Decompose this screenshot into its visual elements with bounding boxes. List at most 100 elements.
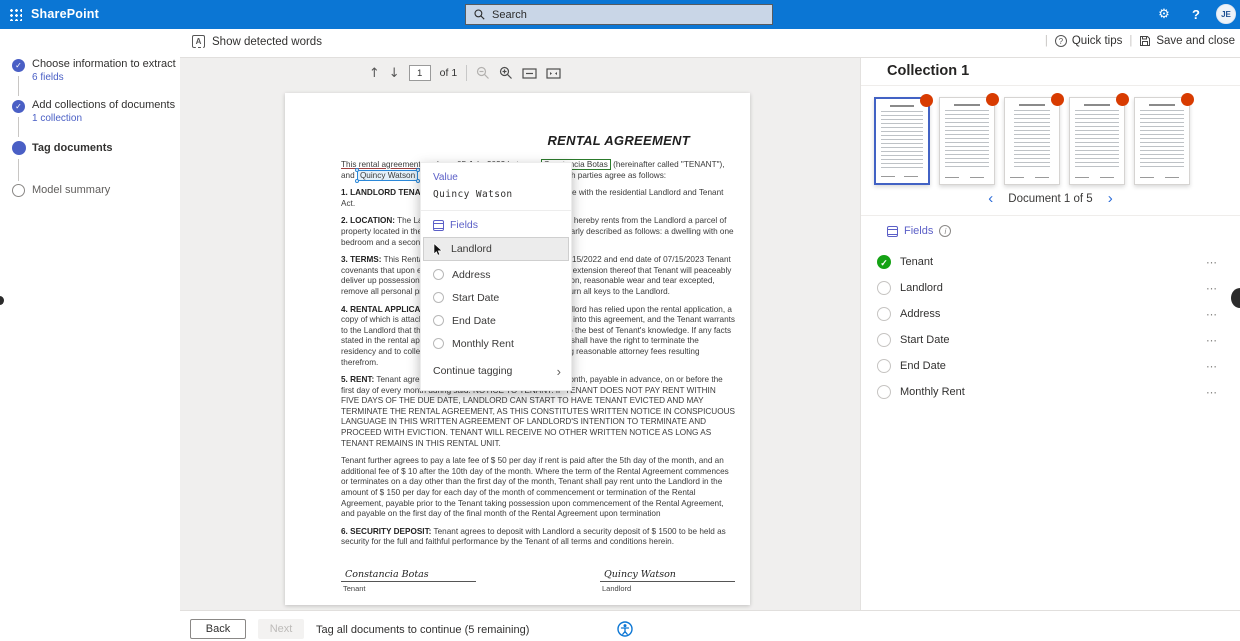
selection-handle[interactable] — [355, 168, 359, 172]
show-detected-words-label: Show detected words — [212, 36, 322, 48]
section-lead: 3. TERMS: — [341, 255, 382, 264]
zoom-in-icon[interactable] — [499, 66, 513, 80]
stepper-connector — [18, 159, 19, 181]
more-options-icon[interactable]: ⋯ — [1206, 386, 1218, 399]
more-options-icon[interactable]: ⋯ — [1206, 360, 1218, 373]
separator: | — [1045, 35, 1048, 47]
more-options-icon[interactable]: ⋯ — [1206, 256, 1218, 269]
thumb-content — [890, 105, 914, 107]
stepper-sublink-fields[interactable]: 6 fields — [32, 72, 64, 83]
field-name: Tenant — [900, 256, 933, 268]
search-icon — [474, 9, 485, 20]
field-row-end-date[interactable]: End Date ⋯ — [861, 353, 1240, 379]
show-detected-words-button[interactable]: A Show detected words — [192, 35, 322, 48]
thumbnail-strip — [874, 97, 1190, 185]
quick-tips-label: Quick tips — [1072, 35, 1123, 47]
popup-item-monthly-rent[interactable]: Monthly Rent — [421, 332, 571, 355]
selected-text: Quincy Watson — [360, 171, 415, 180]
fields-header: Fields i — [887, 225, 951, 237]
previous-document-icon[interactable]: ‹ — [988, 191, 993, 206]
field-row-tenant[interactable]: ✓ Tenant ⋯ — [861, 249, 1240, 275]
document-nav-label: Document 1 of 5 — [1008, 193, 1092, 205]
field-untagged-circle — [877, 359, 891, 373]
fit-width-icon[interactable] — [522, 68, 537, 79]
settings-gear-icon[interactable]: ⚙ — [1152, 0, 1176, 29]
stepper-item-choose-information[interactable]: Choose information to extract — [32, 58, 176, 70]
detected-words-icon: A — [192, 35, 205, 48]
page-number-input[interactable] — [409, 65, 431, 81]
divider — [861, 215, 1240, 216]
popup-item-landlord[interactable]: Landlord — [423, 237, 569, 261]
intro-text: and — [341, 171, 357, 180]
app-launcher-icon[interactable] — [9, 8, 22, 21]
selected-landlord-value[interactable]: Quincy Watson — [357, 170, 418, 181]
fields-icon — [433, 220, 444, 231]
section-lead: 5. RENT: — [341, 375, 374, 384]
divider — [466, 65, 467, 81]
field-row-landlord[interactable]: Landlord ⋯ — [861, 275, 1240, 301]
previous-page-icon[interactable]: ↑ — [369, 66, 380, 81]
thumb-content — [1140, 110, 1184, 170]
thumb-content — [945, 110, 989, 170]
search-box[interactable] — [465, 4, 773, 25]
field-tagged-check-icon: ✓ — [877, 255, 891, 269]
document-thumbnail-5[interactable] — [1134, 97, 1190, 185]
untagged-indicator-dot — [1181, 93, 1194, 106]
accessibility-icon[interactable] — [617, 621, 633, 637]
thumb-content — [970, 177, 984, 179]
field-list: ✓ Tenant ⋯ Landlord ⋯ Address ⋯ Start Da… — [861, 249, 1240, 405]
more-options-icon[interactable]: ⋯ — [1206, 334, 1218, 347]
more-options-icon[interactable]: ⋯ — [1206, 282, 1218, 295]
thumb-content — [881, 176, 895, 178]
field-row-start-date[interactable]: Start Date ⋯ — [861, 327, 1240, 353]
thumb-content — [1019, 104, 1045, 106]
stepper-sublink-collection[interactable]: 1 collection — [32, 113, 82, 124]
popup-value-text: Quincy Watson — [421, 183, 571, 208]
tagging-status-text: Tag all documents to continue (5 remaini… — [316, 624, 529, 636]
next-document-icon[interactable]: › — [1108, 191, 1113, 206]
field-name: Address — [900, 308, 940, 320]
document-thumbnail-2[interactable] — [939, 97, 995, 185]
more-options-icon[interactable]: ⋯ — [1206, 308, 1218, 321]
field-row-address[interactable]: Address ⋯ — [861, 301, 1240, 327]
popup-continue-tagging[interactable]: Continue tagging › — [421, 360, 571, 382]
document-thumbnail-1[interactable] — [874, 97, 930, 185]
info-icon[interactable]: i — [939, 225, 951, 237]
stepper-connector — [18, 76, 19, 96]
document-paragraph: Tenant further agrees to pay a late fee … — [341, 456, 736, 520]
fit-page-icon[interactable] — [546, 68, 561, 79]
tenant-signature: Constancia Botas Tenant — [341, 569, 476, 593]
save-and-close-button[interactable]: Save and close — [1139, 35, 1235, 47]
signature-role: Tenant — [341, 584, 476, 593]
stepper-item-tag-documents[interactable]: Tag documents — [32, 142, 112, 154]
help-icon[interactable]: ? — [1186, 0, 1206, 29]
back-button[interactable]: Back — [190, 619, 246, 639]
thumb-content — [1075, 110, 1119, 170]
page-count-label: of 1 — [440, 67, 458, 79]
intro-text: (hereinafter called "TENANT"), — [611, 160, 725, 169]
popup-item-address[interactable]: Address — [421, 263, 571, 286]
selection-handle[interactable] — [355, 179, 359, 183]
document-title: RENTAL AGREEMENT — [341, 133, 736, 148]
document-paragraph: 6. SECURITY DEPOSIT: Tenant agrees to de… — [341, 527, 736, 548]
save-icon — [1139, 35, 1151, 47]
quick-tips-button[interactable]: ? Quick tips — [1055, 35, 1123, 47]
stepper-item-add-collections[interactable]: Add collections of documents — [32, 99, 175, 111]
thumb-content — [1084, 104, 1110, 106]
search-input[interactable] — [492, 9, 742, 21]
document-thumbnail-3[interactable] — [1004, 97, 1060, 185]
thumb-content — [1014, 110, 1050, 170]
field-row-monthly-rent[interactable]: Monthly Rent ⋯ — [861, 379, 1240, 405]
stepper-item-model-summary[interactable]: Model summary — [32, 184, 110, 196]
avatar[interactable]: JE — [1216, 4, 1236, 24]
next-button-disabled[interactable]: Next — [258, 619, 304, 639]
detected-phrase[interactable]: This rental agreement — [341, 160, 421, 169]
brand-title[interactable]: SharePoint — [31, 0, 99, 29]
document-thumbnail-4[interactable] — [1069, 97, 1125, 185]
divider — [861, 85, 1240, 86]
next-page-icon[interactable]: ↓ — [389, 66, 400, 81]
popup-item-start-date[interactable]: Start Date — [421, 286, 571, 309]
zoom-out-icon[interactable] — [476, 66, 490, 80]
signature-name: Constancia Botas — [341, 569, 476, 582]
popup-item-end-date[interactable]: End Date — [421, 309, 571, 332]
